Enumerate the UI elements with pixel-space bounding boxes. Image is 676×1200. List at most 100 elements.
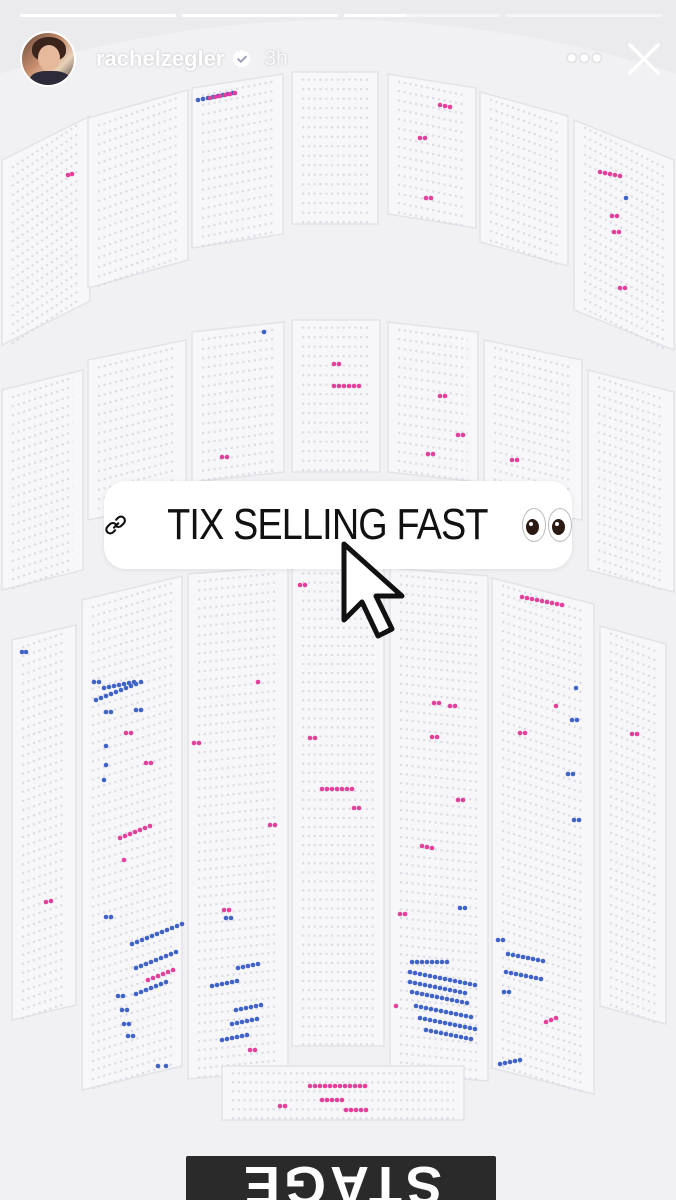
seat-dot bbox=[463, 1013, 469, 1019]
seat-dot bbox=[533, 975, 539, 981]
seat-dot bbox=[452, 978, 458, 984]
seat-dot bbox=[524, 595, 530, 601]
seat-dot bbox=[447, 977, 453, 983]
seat-dot bbox=[329, 786, 335, 792]
more-options-icon[interactable]: ••• bbox=[566, 44, 604, 74]
seat-dot bbox=[143, 760, 149, 766]
link-icon bbox=[105, 515, 126, 535]
avatar[interactable] bbox=[20, 31, 76, 87]
close-icon[interactable] bbox=[626, 41, 662, 77]
seat-dot bbox=[468, 1014, 474, 1020]
post-time: 3h bbox=[264, 47, 288, 70]
seat-dot bbox=[534, 597, 540, 603]
seat-dot bbox=[622, 285, 628, 291]
seat-dot bbox=[417, 135, 423, 141]
seat-dot bbox=[422, 972, 428, 978]
seat-dot bbox=[336, 383, 342, 389]
seat-dot bbox=[174, 923, 180, 929]
seat-dot bbox=[224, 1036, 230, 1042]
seat-dot bbox=[344, 786, 350, 792]
seat-dot bbox=[495, 937, 501, 943]
seat-dot bbox=[19, 649, 25, 655]
seat-dot bbox=[448, 1032, 454, 1038]
seat-dot bbox=[442, 1020, 448, 1026]
seat-dot bbox=[103, 762, 109, 768]
seat-dot bbox=[448, 1010, 454, 1016]
seat-dot bbox=[549, 600, 555, 606]
seat-dot bbox=[468, 1036, 474, 1042]
seat-section bbox=[191, 321, 285, 483]
seat-dot bbox=[106, 684, 112, 690]
seat-dot bbox=[96, 679, 102, 685]
seat-dot bbox=[101, 685, 107, 691]
seat-dot bbox=[356, 805, 362, 811]
seat-dot bbox=[510, 952, 516, 958]
seat-dot bbox=[419, 991, 425, 997]
seat-dot bbox=[612, 172, 618, 178]
seat-dot bbox=[427, 983, 433, 989]
section-shape bbox=[191, 73, 284, 249]
story-viewer: rachelzegler 3h ••• TIX SELLING FAST STA… bbox=[0, 0, 676, 1200]
seat-dot bbox=[312, 1083, 318, 1089]
seat-dot bbox=[111, 683, 117, 689]
seat-dot bbox=[154, 931, 160, 937]
seat-dot bbox=[505, 951, 511, 957]
section-shape bbox=[587, 369, 675, 593]
seat-dot bbox=[235, 965, 241, 971]
seat-dot bbox=[91, 679, 97, 685]
seat-dot bbox=[462, 905, 468, 911]
seat-dot bbox=[409, 989, 415, 995]
seat-dot bbox=[617, 285, 623, 291]
username[interactable]: rachelzegler bbox=[96, 46, 224, 72]
seat-dot bbox=[348, 1107, 354, 1113]
seat-dot bbox=[467, 1025, 473, 1031]
seat-dot bbox=[443, 1031, 449, 1037]
seat-dot bbox=[138, 963, 144, 969]
seat-dot bbox=[324, 1097, 330, 1103]
seat-dot bbox=[101, 777, 107, 783]
seat-dot bbox=[127, 831, 133, 837]
seat-dot bbox=[118, 687, 124, 693]
seat-dot bbox=[439, 959, 445, 965]
seat-dot bbox=[240, 964, 246, 970]
seat-dot bbox=[570, 771, 576, 777]
verified-badge-icon bbox=[232, 50, 252, 68]
seat-dot bbox=[442, 986, 448, 992]
seat-dot bbox=[65, 172, 71, 178]
seat-dot bbox=[245, 963, 251, 969]
seat-dot bbox=[302, 582, 308, 588]
seat-dot bbox=[442, 976, 448, 982]
seat-dot bbox=[212, 94, 218, 100]
seat-dot bbox=[327, 1083, 333, 1089]
seat-dot bbox=[351, 805, 357, 811]
seat-dot bbox=[464, 1000, 470, 1006]
seat-dot bbox=[501, 989, 507, 995]
seat-dot bbox=[459, 999, 465, 1005]
seat-dot bbox=[98, 695, 104, 701]
seat-section bbox=[387, 73, 477, 229]
seat-dot bbox=[153, 983, 159, 989]
progress-fill-2 bbox=[182, 14, 338, 17]
seat-dot bbox=[239, 1033, 245, 1039]
seat-dot bbox=[424, 959, 430, 965]
seat-dot bbox=[617, 173, 623, 179]
seat-dot bbox=[153, 957, 159, 963]
seat-section bbox=[387, 321, 479, 483]
progress-segment-3 bbox=[344, 14, 500, 17]
seat-dot bbox=[500, 937, 506, 943]
seat-dot bbox=[120, 993, 126, 999]
seat-dot bbox=[602, 170, 608, 176]
seat-dot bbox=[522, 730, 528, 736]
seat-dot bbox=[438, 1030, 444, 1036]
seat-dot bbox=[414, 959, 420, 965]
reserved-seat-cluster bbox=[393, 1003, 399, 1009]
seat-dot bbox=[343, 1107, 349, 1113]
seat-dot bbox=[472, 1026, 478, 1032]
eyes-emoji-icon bbox=[520, 508, 572, 542]
seat-dot bbox=[342, 1083, 348, 1089]
seat-dot bbox=[352, 1083, 358, 1089]
seat-dot bbox=[362, 1083, 368, 1089]
seat-dot bbox=[69, 171, 75, 177]
seat-dot bbox=[160, 971, 166, 977]
section-shape bbox=[599, 625, 667, 1025]
